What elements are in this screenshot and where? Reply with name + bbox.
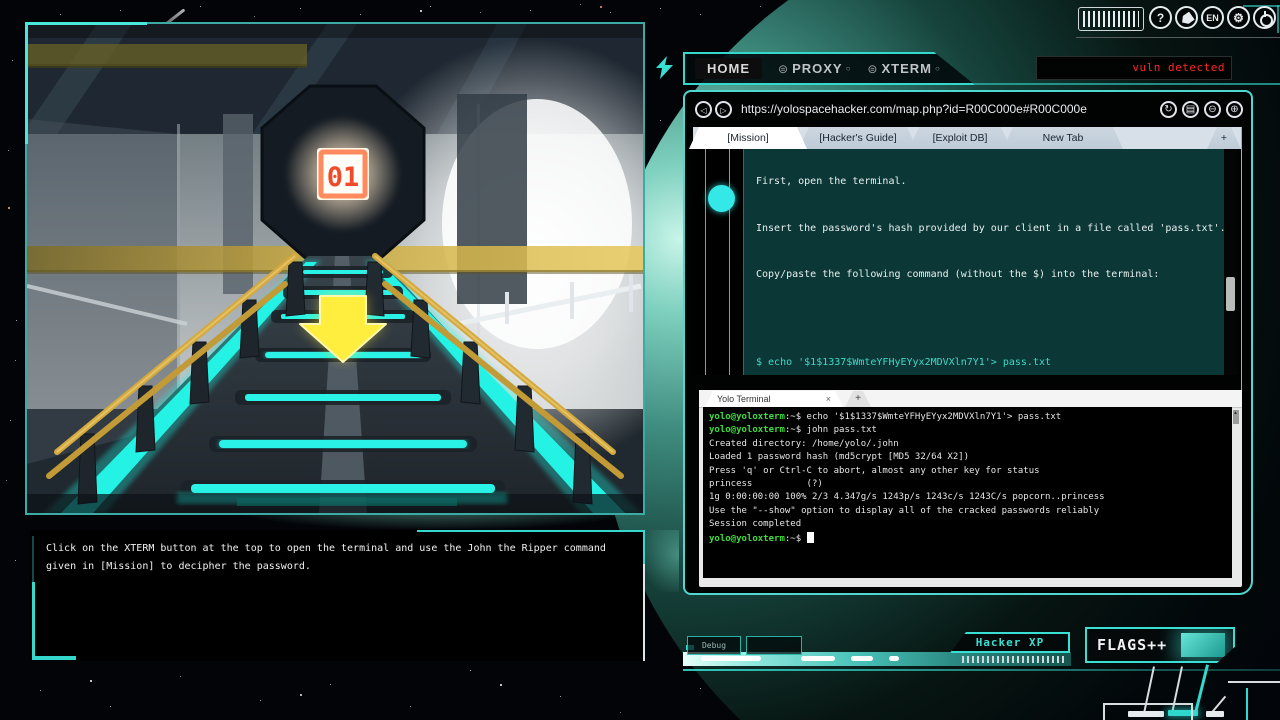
forward-button[interactable]: ▷ — [715, 101, 732, 118]
settings-button[interactable]: ⚙ — [1227, 6, 1250, 29]
starfield-layer-2 — [0, 0, 2, 2]
hacker-xp-label: Hacker XP — [950, 632, 1070, 653]
terminal-line: princess (?) — [709, 478, 1226, 491]
url-field[interactable]: https://yolospacehacker.com/map.php?id=R… — [741, 102, 1087, 116]
zoom-out-button[interactable]: ⊖ — [1204, 101, 1221, 118]
mission-line: Insert the password's hash provided by o… — [756, 221, 1220, 237]
power-icon — [1260, 14, 1273, 27]
circuit-pad — [1206, 711, 1224, 717]
barcode-decoration — [1078, 7, 1144, 31]
corner-bracket — [32, 656, 76, 660]
tab-new[interactable]: New Tab — [1003, 127, 1123, 149]
corner-bracket — [32, 582, 35, 658]
new-tab-button[interactable]: + — [1207, 127, 1241, 149]
terminal-line: Created directory: /home/yolo/.john — [709, 438, 1226, 451]
mission-line: First, open the terminal. — [756, 174, 1220, 190]
tab-hackers-guide[interactable]: [Hacker's Guide] — [799, 127, 917, 149]
flags-glow-block — [1181, 633, 1225, 657]
vuln-alert: vuln detected — [1036, 56, 1232, 80]
moon-glow-patch — [645, 530, 679, 592]
tag-icon — [1179, 11, 1195, 26]
language-button[interactable]: EN — [1201, 6, 1224, 29]
corner-bracket — [643, 530, 645, 564]
gear-icon: ⚙ — [1233, 11, 1244, 25]
scrollbar-thumb[interactable] — [1226, 277, 1235, 311]
terminal-cursor — [807, 532, 814, 543]
mission-content: First, open the terminal. Insert the pas… — [743, 149, 1227, 375]
home-button[interactable]: HOME — [695, 58, 762, 79]
game-viewport[interactable]: 01 — [25, 22, 645, 515]
top-nav-panel: HOME ⊜ PROXY ○ ⊜ XTERM ○ — [683, 52, 975, 85]
corner-bracket — [32, 536, 34, 582]
status-dot-icon: ○ — [935, 64, 941, 73]
bookmarks-button[interactable]: ▤ — [1182, 101, 1199, 118]
terminal-scrollbar[interactable] — [1233, 410, 1239, 424]
corner-box-decoration — [1103, 703, 1193, 720]
browser-window: ◁ ▷ https://yolospacehacker.com/map.php?… — [683, 90, 1253, 595]
tab-mission[interactable]: [Mission] — [689, 127, 807, 149]
game-screen: ? EN ⚙ HOME ⊜ PROXY ○ ⊜ XTERM ○ vuln det… — [0, 0, 1280, 720]
refresh-button[interactable]: ↻ — [1160, 101, 1177, 118]
terminal-prompt-line: yolo@yoloxterm:~$ — [709, 532, 1226, 546]
help-button[interactable]: ? — [1149, 6, 1172, 29]
browser-tabstrip: [Mission] [Hacker's Guide] [Exploit DB] … — [693, 127, 1241, 149]
power-button[interactable] — [1253, 6, 1276, 29]
terminal-line: Press 'q' or Ctrl-C to abort, almost any… — [709, 465, 1226, 478]
mission-node-dot[interactable] — [708, 185, 735, 212]
back-button[interactable]: ◁ — [695, 101, 712, 118]
status-dot-icon: ○ — [846, 64, 852, 73]
lightning-icon — [656, 56, 673, 84]
lock-icon: ⊜ — [778, 62, 789, 76]
tab-exploit-db[interactable]: [Exploit DB] — [909, 127, 1011, 149]
close-tab-button[interactable]: × — [826, 391, 831, 407]
hint-text: Click on the XTERM button at the top to … — [46, 540, 626, 575]
terminal-line: Use the "--show" option to display all o… — [709, 505, 1226, 518]
terminal-line: Loaded 1 password hash (md5crypt [MD5 32… — [709, 451, 1226, 464]
corner-bracket — [1277, 5, 1279, 33]
circuit-trace — [1228, 681, 1280, 683]
hud-line — [968, 83, 1280, 85]
hint-box: Click on the XTERM button at the top to … — [30, 530, 645, 661]
flags-button[interactable]: FLAGS++ — [1085, 627, 1235, 663]
mission-scrollbar[interactable] — [1224, 149, 1237, 375]
terminal-screen[interactable]: yolo@yoloxterm:~$ echo '$1$1337$WmteYFHy… — [703, 407, 1232, 578]
proxy-button[interactable]: ⊜ PROXY ○ — [778, 61, 851, 76]
scene-3d: 01 — [27, 24, 643, 513]
door-sign: 01 — [327, 162, 360, 193]
terminal-window: Yolo Terminal× + yolo@yoloxterm:~$ echo … — [699, 390, 1242, 587]
url-bar: ◁ ▷ https://yolospacehacker.com/map.php?… — [693, 98, 1243, 124]
mission-command: $ echo '$1$1337$WmteYFHyEYyx2MDVXln7Y1'>… — [756, 355, 1220, 371]
xterm-button[interactable]: ⊜ XTERM ○ — [867, 61, 940, 76]
notes-button[interactable] — [1175, 6, 1198, 29]
divider — [1076, 37, 1280, 38]
circuit-trace — [1246, 688, 1248, 720]
corner-bracket — [25, 22, 28, 144]
debug-toggle[interactable]: Debug — [687, 636, 741, 655]
xp-barcode — [962, 656, 1064, 663]
hud-line — [683, 669, 1280, 671]
mission-gutter — [693, 149, 743, 375]
zoom-in-button[interactable]: ⊕ — [1226, 101, 1243, 118]
terminal-line: yolo@yoloxterm:~$ echo '$1$1337$WmteYFHy… — [709, 411, 1226, 424]
terminal-line: Session completed — [709, 518, 1226, 531]
terminal-line: 1g 0:00:00:00 100% 2/3 4.347g/s 1243p/s … — [709, 491, 1226, 504]
corner-bracket — [417, 530, 645, 532]
terminal-line: yolo@yoloxterm:~$ john pass.txt — [709, 424, 1226, 437]
lock-icon: ⊜ — [867, 62, 878, 76]
terminal-tab[interactable]: Yolo Terminal× — [705, 391, 843, 407]
hud-box-empty — [746, 636, 802, 655]
corner-bracket — [25, 22, 147, 25]
mission-line: Copy/paste the following command (withou… — [756, 267, 1220, 283]
